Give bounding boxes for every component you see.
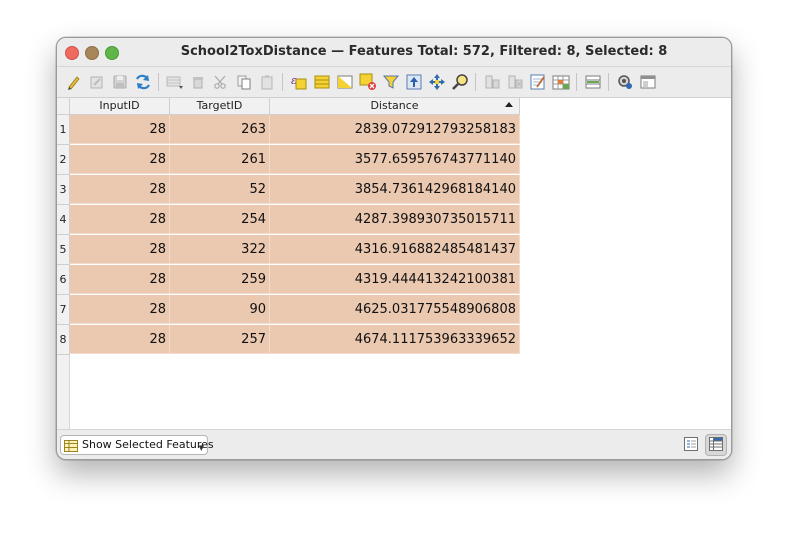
deselect-icon[interactable] xyxy=(358,72,378,92)
move-to-top-icon[interactable] xyxy=(404,72,424,92)
save-icon[interactable] xyxy=(110,72,130,92)
cell-inputid[interactable]: 28 xyxy=(70,295,170,324)
form-view-button[interactable] xyxy=(680,434,702,456)
organize-columns-icon[interactable] xyxy=(583,72,603,92)
delete-field-icon[interactable] xyxy=(505,72,525,92)
pencil-icon[interactable] xyxy=(64,72,84,92)
cell-targetid[interactable]: 257 xyxy=(170,325,270,354)
column-header-distance-label: Distance xyxy=(370,99,419,112)
expression-select-icon[interactable]: ε xyxy=(289,72,309,92)
cell-targetid[interactable]: 254 xyxy=(170,205,270,234)
cell-targetid[interactable]: 52 xyxy=(170,175,270,204)
cell-targetid[interactable]: 261 xyxy=(170,145,270,174)
invert-selection-icon[interactable] xyxy=(335,72,355,92)
column-header-distance[interactable]: Distance xyxy=(270,98,520,115)
row-number[interactable]: 3 xyxy=(57,175,70,205)
window-title: School2ToxDistance — Features Total: 572… xyxy=(180,44,668,59)
cell-distance[interactable]: 4319.444413242100381 xyxy=(270,265,520,294)
row-number[interactable]: 7 xyxy=(57,295,70,325)
toolbar-separator xyxy=(576,73,577,91)
feature-filter-label: Show Selected Features xyxy=(82,438,214,451)
form-view-icon xyxy=(684,436,698,455)
table-view-icon xyxy=(709,436,723,455)
column-header-targetid[interactable]: TargetID xyxy=(170,98,270,115)
chevron-down-icon: ▼ xyxy=(198,444,204,452)
cell-distance[interactable]: 4674.111753963339652 xyxy=(270,325,520,354)
toolbar-separator xyxy=(158,73,159,91)
table-view-button[interactable] xyxy=(705,434,727,456)
corner-header[interactable] xyxy=(57,98,70,115)
cell-inputid[interactable]: 28 xyxy=(70,175,170,204)
field-calculator-icon[interactable] xyxy=(528,72,548,92)
filter-icon[interactable] xyxy=(381,72,401,92)
pan-to-selected-icon[interactable] xyxy=(427,72,447,92)
toolbar: ε xyxy=(57,67,731,98)
cell-distance[interactable]: 4625.031775548906808 xyxy=(270,295,520,324)
select-all-icon[interactable] xyxy=(312,72,332,92)
zoom-to-selected-icon[interactable] xyxy=(450,72,470,92)
table-icon xyxy=(64,438,78,452)
reload-icon[interactable] xyxy=(133,72,153,92)
attribute-table-window: School2ToxDistance — Features Total: 572… xyxy=(56,37,732,460)
cut-icon[interactable] xyxy=(211,72,231,92)
cell-distance[interactable]: 3854.736142968184140 xyxy=(270,175,520,204)
toolbar-separator xyxy=(608,73,609,91)
maximize-window-button[interactable] xyxy=(105,46,119,60)
copy-icon[interactable] xyxy=(234,72,254,92)
row-header-gutter xyxy=(57,355,70,429)
minimize-window-button[interactable] xyxy=(85,46,99,60)
feature-filter-dropdown[interactable]: Show Selected Features ▼ xyxy=(60,435,214,455)
row-number[interactable]: 8 xyxy=(57,325,70,355)
toolbar-separator xyxy=(475,73,476,91)
cell-targetid[interactable]: 322 xyxy=(170,235,270,264)
cell-inputid[interactable]: 28 xyxy=(70,325,170,354)
row-number[interactable]: 6 xyxy=(57,265,70,295)
cell-targetid[interactable]: 259 xyxy=(170,265,270,294)
new-field-icon[interactable] xyxy=(482,72,502,92)
row-number[interactable]: 2 xyxy=(57,145,70,175)
cell-distance[interactable]: 3577.659576743771140 xyxy=(270,145,520,174)
toolbar-separator xyxy=(282,73,283,91)
sort-ascending-icon xyxy=(505,102,513,107)
cell-distance[interactable]: 2839.072912793258183 xyxy=(270,115,520,144)
add-feature-icon[interactable] xyxy=(165,72,185,92)
cell-inputid[interactable]: 28 xyxy=(70,205,170,234)
cell-targetid[interactable]: 90 xyxy=(170,295,270,324)
cell-inputid[interactable]: 28 xyxy=(70,115,170,144)
row-number[interactable]: 5 xyxy=(57,235,70,265)
attribute-table[interactable]: InputID TargetID Distance 1 28 263 2839.… xyxy=(57,98,731,429)
cell-inputid[interactable]: 28 xyxy=(70,235,170,264)
paste-icon[interactable] xyxy=(257,72,277,92)
cell-targetid[interactable]: 263 xyxy=(170,115,270,144)
actions-icon[interactable] xyxy=(615,72,635,92)
cell-inputid[interactable]: 28 xyxy=(70,265,170,294)
cell-distance[interactable]: 4287.398930735015711 xyxy=(270,205,520,234)
column-header-inputid[interactable]: InputID xyxy=(70,98,170,115)
row-number[interactable]: 1 xyxy=(57,115,70,145)
cell-inputid[interactable]: 28 xyxy=(70,145,170,174)
title-bar: School2ToxDistance — Features Total: 572… xyxy=(57,38,731,67)
bottom-bar: Show Selected Features ▼ xyxy=(57,429,731,459)
dock-icon[interactable] xyxy=(638,72,658,92)
edit-multiple-icon[interactable] xyxy=(87,72,107,92)
conditional-formatting-icon[interactable] xyxy=(551,72,571,92)
svg-text:ε: ε xyxy=(291,74,297,87)
cell-distance[interactable]: 4316.916882485481437 xyxy=(270,235,520,264)
close-window-button[interactable] xyxy=(65,46,79,60)
delete-icon[interactable] xyxy=(188,72,208,92)
row-number[interactable]: 4 xyxy=(57,205,70,235)
